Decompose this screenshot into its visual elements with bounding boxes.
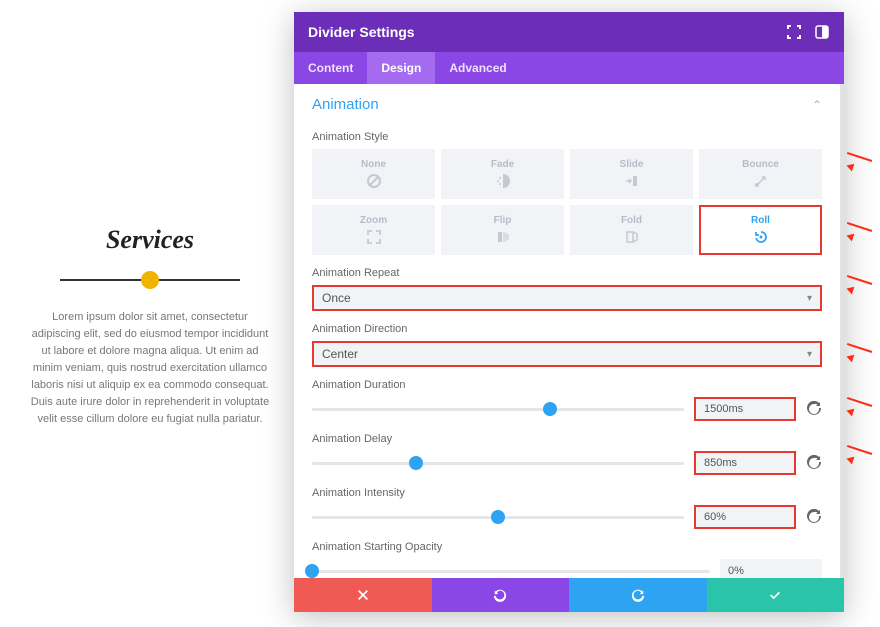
modal-title: Divider Settings	[308, 24, 415, 40]
label-animation-repeat: Animation Repeat	[312, 267, 822, 279]
slide-icon	[624, 173, 640, 189]
label-animation-duration: Animation Duration	[312, 379, 822, 391]
zoom-icon	[366, 229, 382, 245]
slider-duration[interactable]	[312, 397, 684, 421]
chevron-up-icon: ⌃	[812, 98, 822, 112]
redo-button[interactable]	[569, 578, 707, 612]
tab-advanced[interactable]: Advanced	[435, 52, 520, 84]
slider-delay[interactable]	[312, 451, 684, 475]
style-label: Fold	[621, 215, 642, 226]
value-delay[interactable]: 850ms	[694, 451, 796, 475]
tab-design[interactable]: Design	[367, 52, 435, 84]
roll-icon	[753, 229, 769, 245]
page-left-content: Services Lorem ipsum dolor sit amet, con…	[30, 225, 270, 428]
tab-content[interactable]: Content	[294, 52, 367, 84]
undo-button[interactable]	[432, 578, 570, 612]
flip-icon	[495, 229, 511, 245]
reset-icon[interactable]	[806, 401, 822, 417]
label-animation-direction: Animation Direction	[312, 323, 822, 335]
row-animation-intensity: 60%	[312, 505, 822, 529]
annotation-arrow-icon	[844, 222, 878, 238]
slider-thumb[interactable]	[491, 510, 505, 524]
style-roll[interactable]: Roll	[699, 205, 822, 255]
style-label: Flip	[494, 215, 512, 226]
label-animation-intensity: Animation Intensity	[312, 487, 822, 499]
services-divider	[30, 265, 270, 295]
annotation-arrow-icon	[844, 275, 878, 291]
services-heading: Services	[30, 225, 270, 255]
style-slide[interactable]: Slide	[570, 149, 693, 199]
divider-dot-icon	[141, 271, 159, 289]
close-button[interactable]	[294, 578, 432, 612]
annotation-arrow-icon	[844, 397, 878, 413]
select-value: Once	[322, 291, 351, 305]
value-intensity[interactable]: 60%	[694, 505, 796, 529]
style-label: Zoom	[360, 215, 387, 226]
style-label: None	[361, 159, 386, 170]
expand-icon[interactable]	[786, 24, 802, 40]
modal-footer	[294, 578, 844, 612]
style-label: Fade	[491, 159, 514, 170]
bounce-icon	[753, 173, 769, 189]
style-label: Slide	[620, 159, 644, 170]
section-title: Animation	[312, 96, 379, 113]
style-zoom[interactable]: Zoom	[312, 205, 435, 255]
reset-icon[interactable]	[806, 455, 822, 471]
save-button[interactable]	[707, 578, 845, 612]
row-animation-opacity: 0%	[312, 559, 822, 578]
modal-body[interactable]: Animation ⌃ Animation Style None Fade Sl…	[294, 84, 844, 578]
slider-thumb[interactable]	[305, 564, 319, 578]
style-flip[interactable]: Flip	[441, 205, 564, 255]
slider-intensity[interactable]	[312, 505, 684, 529]
style-fade[interactable]: Fade	[441, 149, 564, 199]
annotation-arrow-icon	[844, 445, 878, 461]
value-opacity[interactable]: 0%	[720, 559, 822, 578]
select-animation-repeat[interactable]: Once	[312, 285, 822, 311]
style-fold[interactable]: Fold	[570, 205, 693, 255]
services-body-text: Lorem ipsum dolor sit amet, consectetur …	[30, 309, 270, 428]
annotation-arrow-icon	[844, 343, 878, 359]
reset-icon[interactable]	[806, 509, 822, 525]
value-duration[interactable]: 1500ms	[694, 397, 796, 421]
fold-icon	[624, 229, 640, 245]
modal-tabs: Content Design Advanced	[294, 52, 844, 84]
fade-icon	[495, 173, 511, 189]
none-icon	[366, 173, 382, 189]
divider-settings-modal: Divider Settings Content Design Advanced…	[294, 12, 844, 612]
animation-style-grid: None Fade Slide Bounce Zoom Flip	[312, 149, 822, 255]
slider-thumb[interactable]	[543, 402, 557, 416]
slider-thumb[interactable]	[409, 456, 423, 470]
section-animation-header[interactable]: Animation ⌃	[312, 92, 822, 119]
slider-opacity[interactable]	[312, 559, 710, 578]
label-animation-delay: Animation Delay	[312, 433, 822, 445]
row-animation-duration: 1500ms	[312, 397, 822, 421]
panel-toggle-icon[interactable]	[814, 24, 830, 40]
header-icons	[786, 24, 830, 40]
label-animation-opacity: Animation Starting Opacity	[312, 541, 822, 553]
style-none[interactable]: None	[312, 149, 435, 199]
row-animation-delay: 850ms	[312, 451, 822, 475]
select-value: Center	[322, 347, 358, 361]
select-animation-direction[interactable]: Center	[312, 341, 822, 367]
style-label: Roll	[751, 215, 770, 226]
style-bounce[interactable]: Bounce	[699, 149, 822, 199]
annotation-arrow-icon	[844, 152, 878, 168]
label-animation-style: Animation Style	[312, 131, 822, 143]
style-label: Bounce	[742, 159, 779, 170]
modal-header: Divider Settings	[294, 12, 844, 52]
